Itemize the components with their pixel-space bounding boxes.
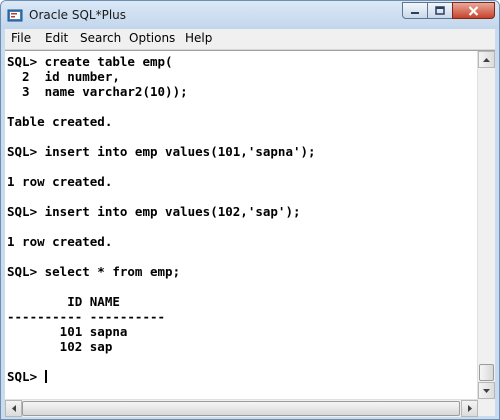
arrow-down-icon (483, 388, 490, 393)
horizontal-scroll-thumb[interactable] (22, 401, 460, 416)
scroll-left-button[interactable] (5, 400, 22, 417)
menu-bar: File Edit Search Options Help (5, 29, 495, 50)
vertical-scrollbar[interactable] (477, 51, 495, 399)
horizontal-scrollbar[interactable] (5, 399, 478, 417)
console-line: 1 row created. (7, 234, 113, 249)
arrow-right-icon (467, 405, 472, 412)
window-title: Oracle SQL*Plus (29, 8, 127, 22)
scroll-right-button[interactable] (461, 400, 478, 417)
console-line: 2 id number, (7, 69, 120, 84)
maximize-icon (435, 6, 445, 15)
console-area[interactable]: SQL> create table emp( 2 id number, 3 na… (5, 50, 495, 417)
vertical-scroll-thumb[interactable] (479, 364, 494, 381)
sql-prompt: SQL> (7, 369, 45, 384)
close-icon (468, 5, 479, 16)
sqlplus-window: Oracle SQL*Plus File Edit Search Options… (0, 0, 500, 420)
console-line: 101 sapna (7, 324, 128, 339)
console-line: Table created. (7, 114, 113, 129)
arrow-left-icon (11, 405, 16, 412)
console-output[interactable]: SQL> create table emp( 2 id number, 3 na… (7, 54, 477, 394)
console-line: 102 sap (7, 339, 113, 354)
menu-file[interactable]: File (11, 31, 31, 45)
size-grip[interactable] (478, 399, 495, 416)
scroll-down-button[interactable] (478, 382, 495, 399)
close-button[interactable] (452, 2, 495, 19)
console-line: SQL> insert into emp values(102,'sap'); (7, 204, 301, 219)
minimize-icon (411, 11, 419, 14)
text-cursor (44, 370, 47, 383)
console-line: ID NAME (7, 294, 120, 309)
scroll-up-button[interactable] (478, 51, 495, 68)
sqlplus-app-icon (7, 9, 23, 22)
console-line: ---------- ---------- (7, 309, 166, 324)
console-line: SQL> insert into emp values(101,'sapna')… (7, 144, 316, 159)
console-line: SQL> select * from emp; (7, 264, 181, 279)
menu-edit[interactable]: Edit (45, 31, 68, 45)
menu-help[interactable]: Help (185, 31, 212, 45)
console-line: 3 name varchar2(10)); (7, 84, 188, 99)
caption-buttons (402, 2, 495, 19)
prompt-line[interactable]: SQL> (7, 369, 477, 384)
title-bar[interactable]: Oracle SQL*Plus (1, 1, 499, 29)
menu-search[interactable]: Search (80, 31, 121, 45)
menu-options[interactable]: Options (129, 31, 175, 45)
arrow-up-icon (483, 57, 490, 62)
console-line: 1 row created. (7, 174, 113, 189)
maximize-button[interactable] (427, 2, 453, 19)
minimize-button[interactable] (402, 2, 428, 19)
console-line: SQL> create table emp( (7, 54, 173, 69)
